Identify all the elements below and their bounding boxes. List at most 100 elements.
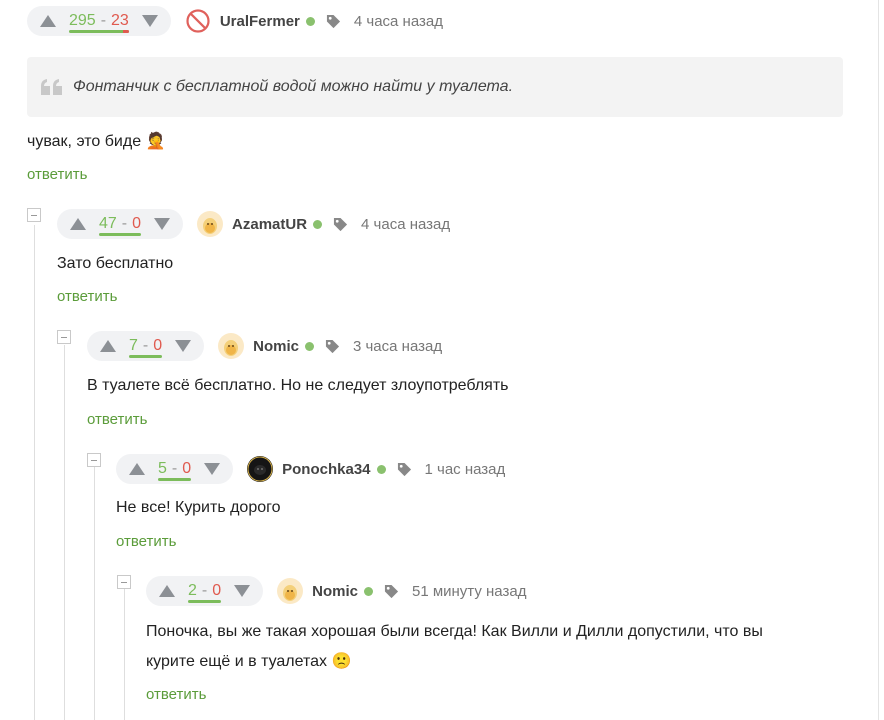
username[interactable]: AzamatUR [232,216,307,233]
rating-plus: 295 [69,12,96,29]
vote-box: 5-0 [116,454,234,484]
collapse-button[interactable] [57,330,71,344]
avatar[interactable] [277,578,304,604]
avatar[interactable] [197,211,224,237]
thread-line [64,345,65,720]
comment-text-line-2: курите ещё и в туалетах 🙁 [146,653,352,670]
upvote-button[interactable] [67,209,89,239]
rating-minus: 0 [212,582,222,599]
comment-text: В туалете всё бесплатно. Но не следует з… [87,377,509,394]
collapse-button[interactable] [87,453,101,467]
comment-header: 295-23 UralFermer 4 часа назад [27,6,443,36]
username[interactable]: Nomic [312,583,358,600]
collapse-button[interactable] [27,208,41,222]
reply-link[interactable]: ответить [146,686,206,703]
arrow-down-icon [141,15,158,27]
downvote-button[interactable] [231,576,253,606]
downvote-button[interactable] [139,6,161,36]
upvote-button[interactable] [156,576,178,606]
upvote-button[interactable] [97,331,119,361]
rating-minus: 0 [153,337,163,354]
comment-text-line-1: Поночка, вы же такая хорошая были всегда… [146,623,763,640]
quote-block: Фонтанчик с бесплатной водой можно найти… [27,57,843,117]
timestamp[interactable]: 4 часа назад [361,216,450,233]
tag-icon[interactable] [333,217,348,232]
arrow-down-icon [175,340,192,352]
arrow-down-icon [154,218,171,230]
comment-text: чувак, это биде 🤦 [27,133,166,150]
tag-icon[interactable] [397,462,412,477]
reply-link[interactable]: ответить [87,411,147,428]
tag-icon[interactable] [325,339,340,354]
arrow-up-icon [40,15,56,27]
page-divider [878,0,879,720]
rating: 47-0 [89,209,151,239]
comment-header: 7-0 Nomic 3 часа назад [87,331,442,361]
rating: 5-0 [148,454,201,484]
online-indicator [376,464,386,474]
comment-text: Зато бесплатно [57,255,174,272]
dark-avatar-icon [247,456,273,482]
reply-link[interactable]: ответить [116,533,176,550]
rating-plus: 47 [99,215,117,232]
username[interactable]: Nomic [253,338,299,355]
arrow-down-icon [234,585,251,597]
rating-bar [129,355,163,358]
comment-header: 5-0 Ponochka34 1 час назад [116,454,505,484]
rating-bar [158,478,192,481]
comment-header: 2-0 Nomic 51 минуту назад [146,576,526,606]
username[interactable]: UralFermer [220,13,300,30]
thread-line [34,225,35,720]
tag-icon[interactable] [384,584,399,599]
upvote-button[interactable] [37,6,59,36]
rating-bar [188,600,222,603]
upvote-button[interactable] [126,454,148,484]
arrow-up-icon [70,218,86,230]
avatar[interactable] [247,456,274,482]
timestamp[interactable]: 1 час назад [425,461,506,478]
rating-plus: 7 [129,337,138,354]
rating-bar [69,30,129,33]
rating: 2-0 [178,576,231,606]
tag-icon[interactable] [326,14,341,29]
reply-link[interactable]: ответить [57,288,117,305]
online-indicator [313,219,323,229]
vote-box: 2-0 [146,576,264,606]
ban-icon [186,9,210,33]
rating: 7-0 [119,331,172,361]
vote-box: 295-23 [27,6,171,36]
arrow-up-icon [159,585,175,597]
downvote-button[interactable] [201,454,223,484]
arrow-up-icon [100,340,116,352]
vote-box: 47-0 [57,209,184,239]
rating-minus: 0 [182,460,192,477]
timestamp[interactable]: 51 минуту назад [412,583,526,600]
rating-minus: 0 [132,215,142,232]
downvote-button[interactable] [151,209,173,239]
arrow-down-icon [204,463,221,475]
timestamp[interactable]: 3 часа назад [353,338,442,355]
rating-plus: 5 [158,460,167,477]
online-indicator [304,341,314,351]
thread-line [124,589,125,720]
reply-link[interactable]: ответить [27,166,87,183]
timestamp[interactable]: 4 часа назад [354,13,443,30]
rating-plus: 2 [188,582,197,599]
arrow-up-icon [129,463,145,475]
quote-icon [41,79,62,95]
downvote-button[interactable] [172,331,194,361]
online-indicator [305,16,315,26]
egg-avatar-icon [203,218,218,234]
online-indicator [363,586,373,596]
rating: 295-23 [59,6,139,36]
thread-line [94,467,95,720]
avatar[interactable] [218,333,245,359]
username[interactable]: Ponochka34 [282,461,370,478]
comment-header: 47-0 AzamatUR 4 часа назад [57,209,450,239]
quote-text: Фонтанчик с бесплатной водой можно найти… [73,78,514,95]
rating-bar [99,233,142,236]
egg-avatar-icon [283,585,298,601]
collapse-button[interactable] [117,575,131,589]
avatar[interactable] [184,8,211,34]
egg-avatar-icon [224,340,239,356]
